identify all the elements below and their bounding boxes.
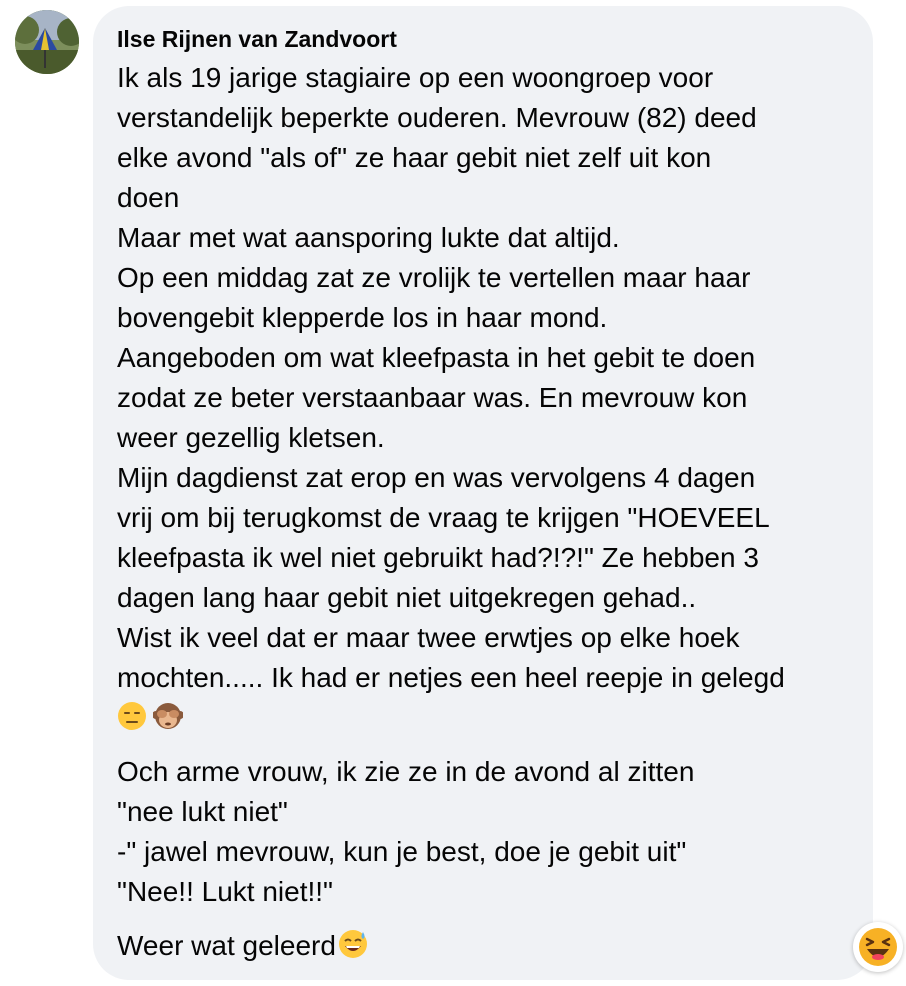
comment-paragraph-3: Weer wat geleerd <box>117 926 849 966</box>
comment-line: mochten..... Ik had er netjes een heel r… <box>117 662 785 693</box>
laughing-face-icon <box>859 928 897 966</box>
see-no-evil-monkey-emoji <box>153 701 183 731</box>
comment-line: Op een middag zat ze vrolijk te vertelle… <box>117 262 751 293</box>
comment-line-text: Weer wat geleerd <box>117 930 336 961</box>
comment-line: verstandelijk beperkte ouderen. Mevrouw … <box>117 102 757 133</box>
comment-author-name[interactable]: Ilse Rijnen van Zandvoort <box>117 24 849 54</box>
reaction-badge[interactable] <box>853 922 903 972</box>
comment-line: -" jawel mevrouw, kun je best, doe je ge… <box>117 836 687 867</box>
comment-line: dagen lang haar gebit niet uitgekregen g… <box>117 582 697 613</box>
comment-line: Ik als 19 jarige stagiaire op een woongr… <box>117 62 714 93</box>
comment-emoji-line <box>117 698 849 738</box>
comment-line: Mijn dagdienst zat erop en was vervolgen… <box>117 462 756 493</box>
comment-line: "Nee!! Lukt niet!!" <box>117 876 333 907</box>
comment-line: weer gezellig kletsen. <box>117 422 385 453</box>
expressionless-face-emoji <box>117 701 147 731</box>
avatar-photo-icon <box>15 10 79 74</box>
grinning-face-with-sweat-emoji <box>338 929 368 959</box>
author-avatar[interactable] <box>15 10 79 74</box>
comment-line: Aangeboden om wat kleefpasta in het gebi… <box>117 342 756 373</box>
comment-line: bovengebit klepperde los in haar mond. <box>117 302 608 333</box>
comment-paragraph-1: Ik als 19 jarige stagiaire op een woongr… <box>117 58 849 738</box>
comment-line: doen <box>117 182 180 213</box>
comment-line: Och arme vrouw, ik zie ze in de avond al… <box>117 756 695 787</box>
comment-line: elke avond "als of" ze haar gebit niet z… <box>117 142 712 173</box>
comment-line: Maar met wat aansporing lukte dat altijd… <box>117 222 620 253</box>
comment-line: vrij om bij terugkomst de vraag te krijg… <box>117 502 770 533</box>
comment-line: zodat ze beter verstaanbaar was. En mevr… <box>117 382 748 413</box>
comment-last-line: Weer wat geleerd <box>117 926 849 966</box>
comment-line: "nee lukt niet" <box>117 796 288 827</box>
comment-paragraph-2: Och arme vrouw, ik zie ze in de avond al… <box>117 752 849 912</box>
comment-line: kleefpasta ik wel niet gebruikt had?!?!"… <box>117 542 759 573</box>
comment-bubble: Ilse Rijnen van Zandvoort Ik als 19 jari… <box>93 6 873 980</box>
comment-line: Wist ik veel dat er maar twee erwtjes op… <box>117 622 740 653</box>
